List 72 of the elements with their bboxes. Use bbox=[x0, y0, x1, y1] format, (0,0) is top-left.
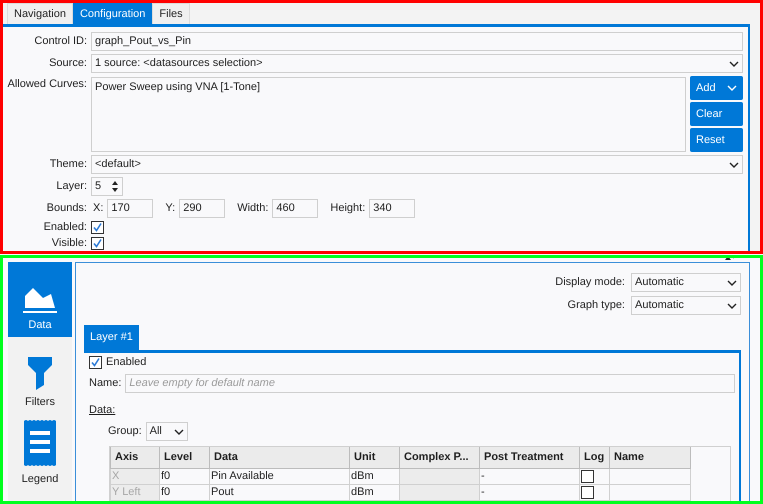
chevron-icon bbox=[727, 85, 737, 91]
column-header[interactable]: Level bbox=[160, 447, 210, 468]
chevron-icon bbox=[729, 162, 739, 168]
field-label: Allowed Curves: bbox=[6, 77, 87, 91]
field-label: Bounds: bbox=[46, 202, 87, 215]
text-field[interactable]: 170 bbox=[107, 199, 154, 218]
column-header[interactable]: Complex P... bbox=[400, 447, 480, 468]
column-header[interactable]: Data bbox=[210, 447, 350, 468]
checkbox-label: Enabled bbox=[106, 356, 146, 369]
table-cell: Y Left bbox=[110, 484, 160, 500]
table-cell: Pin Available bbox=[210, 468, 350, 484]
field-label: X: bbox=[93, 202, 104, 215]
checkbox[interactable] bbox=[581, 486, 594, 498]
sidebar-item[interactable]: Legend bbox=[8, 416, 72, 491]
table-cell: f0 bbox=[160, 468, 210, 484]
dropdown-button[interactable]: Add bbox=[690, 76, 743, 100]
list-document-icon bbox=[24, 419, 56, 467]
table-cell: Pout bbox=[210, 484, 350, 500]
checkbox[interactable] bbox=[89, 356, 102, 369]
area-chart-icon bbox=[23, 286, 57, 313]
column-header[interactable]: Log bbox=[580, 447, 610, 468]
text-field[interactable]: 340 bbox=[369, 199, 416, 218]
table-cell: X bbox=[110, 468, 160, 484]
checkbox[interactable] bbox=[581, 470, 594, 482]
tab[interactable]: Navigation bbox=[7, 3, 73, 24]
chevron-icon bbox=[729, 60, 739, 66]
tab[interactable]: Configuration bbox=[72, 3, 152, 24]
column-header[interactable]: Unit bbox=[350, 447, 400, 468]
checkbox[interactable] bbox=[91, 221, 104, 234]
dropdown[interactable]: 1 source: <datasources selection> bbox=[91, 54, 743, 73]
field-label: Layer: bbox=[55, 180, 87, 193]
table-cell: - bbox=[480, 484, 580, 500]
field-label: Group: bbox=[108, 425, 142, 438]
sidebar-item[interactable]: Data bbox=[8, 262, 72, 337]
text-field[interactable]: 290 bbox=[179, 199, 226, 218]
list-item[interactable]: Power Sweep using VNA [1-Tone] bbox=[95, 80, 682, 94]
text-field[interactable]: graph_Pout_vs_Pin bbox=[91, 32, 743, 51]
chevron-icon bbox=[727, 280, 737, 286]
dropdown[interactable]: <default> bbox=[91, 155, 743, 174]
field-label: Enabled: bbox=[42, 221, 87, 234]
curves-list[interactable]: Power Sweep using VNA [1-Tone] bbox=[91, 76, 686, 152]
field-label: Visible: bbox=[50, 237, 87, 250]
field-label: Height: bbox=[330, 202, 366, 215]
field-label: Theme: bbox=[48, 158, 87, 171]
spinner-arrows-icon bbox=[111, 180, 119, 193]
dropdown[interactable]: All bbox=[146, 422, 188, 441]
dropdown[interactable]: Automatic bbox=[631, 296, 741, 315]
field-label: Graph type: bbox=[568, 299, 625, 312]
field-label: Name: bbox=[89, 377, 122, 390]
section-heading: Data: bbox=[89, 404, 116, 417]
sidebar-item[interactable]: Filters bbox=[8, 339, 72, 414]
tab[interactable]: Files bbox=[152, 3, 190, 24]
dropdown[interactable]: Automatic bbox=[631, 273, 741, 292]
spin-box[interactable]: 5 bbox=[91, 177, 123, 196]
column-header[interactable]: Axis bbox=[110, 447, 160, 468]
chevron-icon bbox=[174, 428, 184, 434]
table-cell: f0 bbox=[160, 484, 210, 500]
tab[interactable]: Layer #1 bbox=[84, 325, 139, 350]
field-label: Source: bbox=[48, 57, 87, 70]
field-label: Display mode: bbox=[555, 276, 625, 289]
chevron-icon bbox=[727, 302, 737, 308]
field-label: Y: bbox=[165, 202, 176, 215]
column-header[interactable]: Post Treatment bbox=[480, 447, 580, 468]
field-label: Control ID: bbox=[33, 35, 87, 48]
button[interactable]: Clear bbox=[690, 102, 743, 126]
text-field[interactable]: 460 bbox=[272, 199, 318, 218]
button[interactable]: Reset bbox=[690, 128, 743, 152]
funnel-icon bbox=[28, 357, 52, 390]
column-header[interactable]: Name bbox=[610, 447, 690, 468]
table-cell: - bbox=[480, 468, 580, 484]
checkbox[interactable] bbox=[91, 237, 104, 250]
field-label: Width: bbox=[237, 202, 268, 215]
